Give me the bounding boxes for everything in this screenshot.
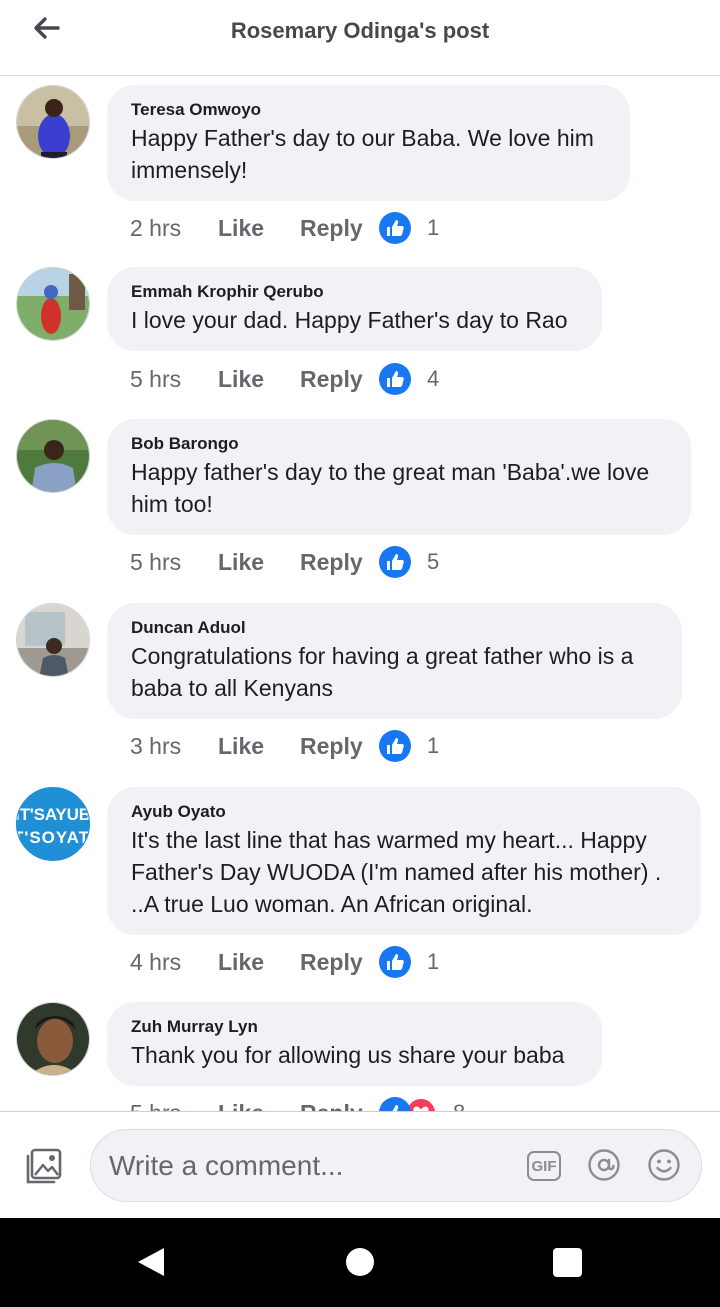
nav-back-icon[interactable]: [136, 1246, 166, 1278]
comment-bubble[interactable]: Teresa Omwoyo Happy Father's day to our …: [107, 85, 630, 201]
comment-author[interactable]: Teresa Omwoyo: [131, 99, 606, 121]
comment-text: Happy father's day to the great man 'Bab…: [131, 459, 650, 517]
comment-author[interactable]: Emmah Krophir Qerubo: [131, 281, 578, 303]
reply-button[interactable]: Reply: [300, 366, 379, 393]
comment-composer: Write a comment... GIF: [0, 1111, 720, 1218]
page-title: Rosemary Odinga's post: [230, 18, 490, 43]
thumbs-up-icon: [379, 363, 411, 395]
comment-text: Congratulations for having a great fathe…: [131, 643, 634, 701]
emoji-button[interactable]: [647, 1148, 681, 1182]
comment-time[interactable]: 4 hrs: [130, 949, 218, 976]
thumbs-up-icon: [379, 1097, 411, 1111]
reaction-summary[interactable]: 1: [379, 730, 439, 762]
avatar[interactable]: [16, 267, 90, 341]
mention-button[interactable]: [587, 1148, 621, 1182]
reply-button[interactable]: Reply: [300, 215, 379, 242]
comment-time[interactable]: 5 hrs: [130, 1100, 218, 1112]
comment-actions: 5 hrs Like Reply 8: [130, 1097, 465, 1112]
like-button[interactable]: Like: [218, 1100, 300, 1112]
comment-actions: 5 hrs Like Reply 4: [130, 363, 439, 395]
photo-button[interactable]: [24, 1146, 64, 1186]
reaction-count: 5: [427, 549, 440, 574]
avatar[interactable]: [16, 85, 90, 159]
comment-time[interactable]: 2 hrs: [130, 215, 218, 242]
like-button[interactable]: Like: [218, 733, 300, 760]
reaction-count: 1: [427, 215, 440, 240]
thumbs-up-icon: [379, 212, 411, 244]
comment-author[interactable]: Bob Barongo: [131, 433, 667, 455]
comment-time[interactable]: 3 hrs: [130, 733, 218, 760]
comment-input[interactable]: Write a comment... GIF: [90, 1129, 702, 1202]
comment-list[interactable]: Teresa Omwoyo Happy Father's day to our …: [0, 77, 720, 1111]
reaction-summary[interactable]: 5: [379, 546, 439, 578]
comment-text: It's the last line that has warmed my he…: [131, 827, 662, 917]
thumbs-up-icon: [379, 946, 411, 978]
nav-home-icon[interactable]: [346, 1248, 374, 1276]
at-icon: [588, 1149, 620, 1181]
reaction-summary[interactable]: 4: [379, 363, 439, 395]
comment-bubble[interactable]: Emmah Krophir Qerubo I love your dad. Ha…: [107, 267, 602, 351]
avatar[interactable]: [16, 419, 90, 493]
svg-text:IT'SAYUB: IT'SAYUB: [17, 805, 90, 824]
reaction-count: 8: [453, 1100, 465, 1111]
comment-text: Thank you for allowing us share your bab…: [131, 1042, 565, 1068]
comment-actions: 5 hrs Like Reply 5: [130, 546, 439, 578]
system-navigation-bar: [0, 1218, 720, 1307]
reaction-summary[interactable]: 1: [379, 212, 439, 244]
comment-author[interactable]: Duncan Aduol: [131, 617, 658, 639]
comment-author[interactable]: Ayub Oyato: [131, 801, 677, 823]
comment-bubble[interactable]: Ayub Oyato It's the last line that has w…: [107, 787, 701, 935]
comment-time[interactable]: 5 hrs: [130, 549, 218, 576]
comment-actions: 3 hrs Like Reply 1: [130, 730, 439, 762]
emoji-icon: [648, 1149, 680, 1181]
comment-placeholder: Write a comment...: [109, 1150, 344, 1181]
avatar[interactable]: [16, 1002, 90, 1076]
top-bar: Rosemary Odinga's post: [0, 0, 720, 76]
reply-button[interactable]: Reply: [300, 949, 379, 976]
like-button[interactable]: Like: [218, 366, 300, 393]
comment-bubble[interactable]: Duncan Aduol Congratulations for having …: [107, 603, 682, 719]
like-button[interactable]: Like: [218, 949, 300, 976]
comment-text: Happy Father's day to our Baba. We love …: [131, 125, 594, 183]
comment-actions: 4 hrs Like Reply 1: [130, 946, 439, 978]
like-button[interactable]: Like: [218, 215, 300, 242]
comment-bubble[interactable]: Zuh Murray Lyn Thank you for allowing us…: [107, 1002, 602, 1086]
avatar[interactable]: [16, 603, 90, 677]
reaction-count: 4: [427, 366, 440, 391]
comment-author[interactable]: Zuh Murray Lyn: [131, 1016, 578, 1038]
avatar[interactable]: IT'SAYUB T'SOYAT: [16, 787, 90, 861]
reaction-count: 1: [427, 733, 440, 758]
like-button[interactable]: Like: [218, 549, 300, 576]
comment-bubble[interactable]: Bob Barongo Happy father's day to the gr…: [107, 419, 691, 535]
svg-text:T'SOYAT: T'SOYAT: [17, 828, 90, 847]
reply-button[interactable]: Reply: [300, 733, 379, 760]
gif-button[interactable]: GIF: [527, 1151, 561, 1181]
thumbs-up-icon: [379, 546, 411, 578]
nav-recents-icon[interactable]: [553, 1248, 582, 1277]
comment-text: I love your dad. Happy Father's day to R…: [131, 307, 568, 333]
reaction-summary[interactable]: 1: [379, 946, 439, 978]
reply-button[interactable]: Reply: [300, 1100, 379, 1112]
reaction-count: 1: [427, 949, 440, 974]
reply-button[interactable]: Reply: [300, 549, 379, 576]
reaction-summary[interactable]: 8: [379, 1097, 465, 1111]
photo-icon: [26, 1148, 62, 1184]
comment-actions: 2 hrs Like Reply 1: [130, 212, 439, 244]
thumbs-up-icon: [379, 730, 411, 762]
comment-time[interactable]: 5 hrs: [130, 366, 218, 393]
